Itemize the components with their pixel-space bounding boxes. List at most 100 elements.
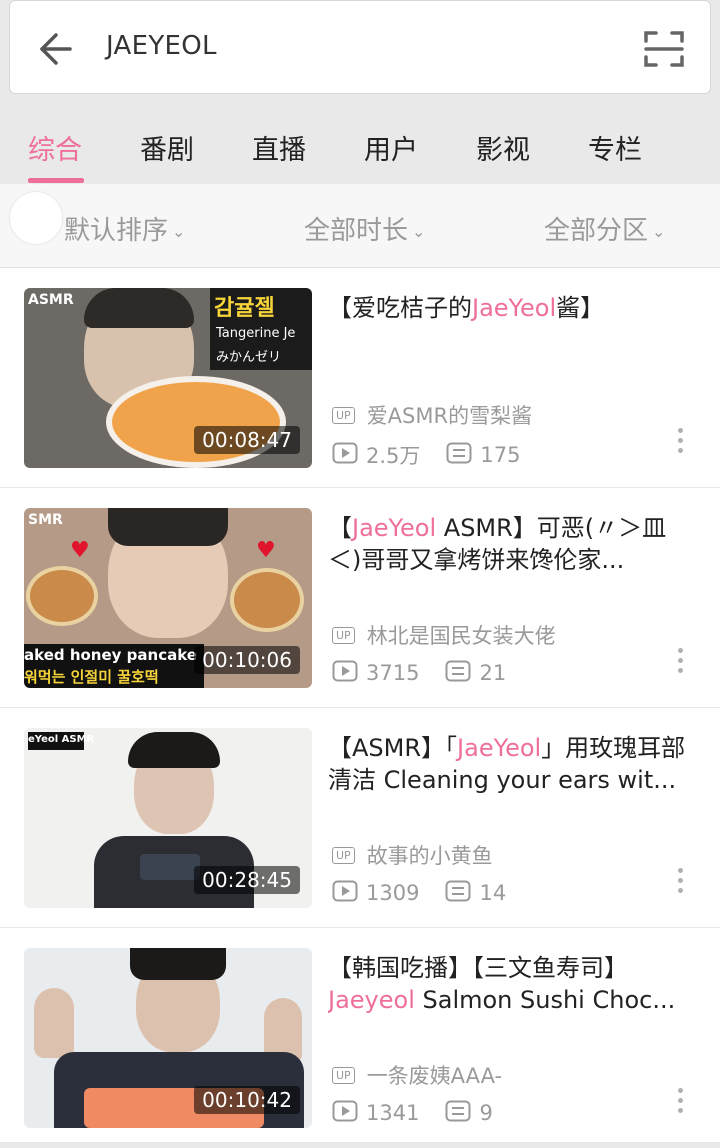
danmaku-icon	[445, 1100, 471, 1126]
video-title[interactable]: 【ASMR】「JaeYeol」用玫瑰耳部 清洁 Cleaning your ea…	[328, 732, 700, 796]
thumbnail-label: eYeol ASMR	[28, 734, 95, 745]
video-thumbnail[interactable]: 00:10:42	[24, 948, 312, 1128]
up-badge: UP	[332, 406, 355, 424]
danmaku-count: 21	[479, 661, 507, 685]
more-options-icon[interactable]	[672, 648, 688, 688]
thumbnail-label: ASMR	[28, 292, 74, 308]
duration-filter[interactable]: 全部时长 ⌄	[304, 210, 425, 247]
up-badge: UP	[332, 846, 355, 864]
danmaku-count: 14	[479, 881, 507, 905]
video-item[interactable]: eYeol ASMR 00:28:45 【ASMR】「JaeYeol」用玫瑰耳部…	[0, 708, 720, 928]
title-text: Salmon Sushi Choc...	[414, 986, 676, 1014]
view-count: 2.5万	[366, 444, 421, 468]
active-tab-indicator	[28, 178, 84, 183]
category-filter[interactable]: 全部分区 ⌄	[544, 210, 665, 247]
video-thumbnail[interactable]: ♥ ♥ aked honey pancake 워먹는 인절미 꿀호떡 SMR 0…	[24, 508, 312, 688]
video-item[interactable]: ♥ ♥ aked honey pancake 워먹는 인절미 꿀호떡 SMR 0…	[0, 488, 720, 708]
video-thumbnail[interactable]: 감귤젤 Tangerine Je みかんゼリ ASMR 00:08:47	[24, 288, 312, 468]
up-badge: UP	[332, 1066, 355, 1084]
floating-circle-button[interactable]	[10, 192, 62, 244]
video-duration: 00:08:47	[194, 426, 300, 454]
more-options-icon[interactable]	[672, 868, 688, 908]
video-duration: 00:10:06	[194, 646, 300, 674]
back-arrow-icon[interactable]	[36, 29, 76, 69]
thumbnail-caption: 감귤젤	[214, 296, 275, 321]
stats-row: 3715 21	[332, 660, 532, 688]
stats-row: 1309 14	[332, 880, 532, 908]
thumbnail-caption: aked honey pancake	[24, 646, 197, 664]
view-count: 3715	[366, 661, 420, 685]
danmaku-icon	[445, 880, 471, 906]
title-text: 【	[328, 514, 352, 542]
title-text: 酱】	[556, 294, 605, 322]
title-text: 」用玫瑰耳部	[541, 734, 686, 762]
stats-row: 1341 9	[332, 1100, 519, 1128]
play-count-icon	[332, 442, 358, 468]
video-title[interactable]: 【JaeYeol ASMR】可恶(〃＞皿 ＜)哥哥又拿烤饼来馋伦家...	[328, 512, 700, 576]
thumbnail-label: SMR	[28, 512, 63, 528]
heart-icon: ♥	[256, 538, 276, 563]
more-options-icon[interactable]	[672, 428, 688, 468]
chevron-down-icon: ⌄	[652, 222, 666, 241]
search-input[interactable]: JAEYEOL	[106, 31, 217, 61]
title-text: 【ASMR】「	[328, 734, 458, 762]
scan-icon[interactable]	[642, 29, 686, 69]
uploader-row[interactable]: UP 故事的小黄鱼	[332, 840, 493, 868]
thumbnail-caption: Tangerine Je	[216, 326, 296, 341]
uploader-name: 林北是国民女装大佬	[366, 624, 556, 648]
tab-users[interactable]: 用户	[364, 128, 418, 167]
thumbnail-caption: みかんゼリ	[216, 350, 282, 365]
danmaku-icon	[445, 660, 471, 686]
video-list: 감귤젤 Tangerine Je みかんゼリ ASMR 00:08:47 【爱吃…	[0, 268, 720, 1148]
tab-bangumi[interactable]: 番剧	[140, 128, 194, 167]
more-options-icon[interactable]	[672, 1088, 688, 1128]
title-highlight: JaeYeol	[352, 514, 437, 542]
view-count: 1341	[366, 1101, 420, 1125]
view-count: 1309	[366, 881, 420, 905]
category-filter-label: 全部分区	[544, 216, 649, 246]
title-highlight: Jaeyeol	[328, 986, 415, 1014]
thumbnail-caption: 워먹는 인절미 꿀호떡	[24, 668, 159, 686]
title-text: ASMR】可恶(〃＞皿	[436, 514, 667, 542]
video-item[interactable]: 감귤젤 Tangerine Je みかんゼリ ASMR 00:08:47 【爱吃…	[0, 268, 720, 488]
title-highlight: JaeYeol	[457, 734, 542, 762]
title-text: 【韩国吃播】【三文鱼寿司】	[328, 954, 628, 982]
stats-row: 2.5万 175	[332, 440, 547, 468]
filter-bar: 默认排序 ⌄ 全部时长 ⌄ 全部分区 ⌄	[0, 184, 720, 268]
danmaku-icon	[446, 442, 472, 468]
uploader-name: 爱ASMR的雪梨酱	[366, 404, 533, 428]
uploader-name: 故事的小黄鱼	[366, 844, 493, 868]
heart-icon: ♥	[70, 538, 90, 563]
play-count-icon	[332, 1100, 358, 1126]
video-thumbnail[interactable]: eYeol ASMR 00:28:45	[24, 728, 312, 908]
chevron-down-icon: ⌄	[172, 222, 186, 241]
sort-filter-label: 默认排序	[64, 216, 169, 246]
tab-comprehensive[interactable]: 综合	[28, 128, 82, 167]
sort-filter[interactable]: 默认排序 ⌄	[64, 210, 185, 247]
search-bar: JAEYEOL	[9, 0, 711, 94]
video-duration: 00:28:45	[194, 866, 300, 894]
video-item[interactable]: 00:10:42 【韩国吃播】【三文鱼寿司】 Jaeyeol Salmon Su…	[0, 928, 720, 1148]
title-text: 【爱吃桔子的	[328, 294, 472, 322]
video-title[interactable]: 【爱吃桔子的JaeYeol酱】	[328, 292, 700, 356]
danmaku-count: 175	[480, 443, 521, 467]
uploader-row[interactable]: UP 一条废姨AAA-	[332, 1060, 503, 1088]
title-text: ＜)哥哥又拿烤饼来馋伦家...	[328, 546, 625, 574]
uploader-row[interactable]: UP 林北是国民女装大佬	[332, 620, 556, 648]
uploader-row[interactable]: UP 爱ASMR的雪梨酱	[332, 400, 533, 428]
uploader-name: 一条废姨AAA-	[366, 1064, 503, 1088]
tab-articles[interactable]: 专栏	[588, 128, 642, 167]
play-count-icon	[332, 660, 358, 686]
search-tabs: 综合 番剧 直播 用户 影视 专栏	[0, 94, 720, 184]
video-title[interactable]: 【韩国吃播】【三文鱼寿司】 Jaeyeol Salmon Sushi Choc.…	[328, 952, 700, 1016]
title-text: 清洁 Cleaning your ears wit...	[328, 766, 677, 794]
tab-live[interactable]: 直播	[252, 128, 306, 167]
chevron-down-icon: ⌄	[412, 222, 426, 241]
video-duration: 00:10:42	[194, 1086, 300, 1114]
up-badge: UP	[332, 626, 355, 644]
duration-filter-label: 全部时长	[304, 216, 409, 246]
tab-film[interactable]: 影视	[476, 128, 530, 167]
play-count-icon	[332, 880, 358, 906]
title-highlight: JaeYeol	[472, 294, 557, 322]
danmaku-count: 9	[479, 1101, 493, 1125]
